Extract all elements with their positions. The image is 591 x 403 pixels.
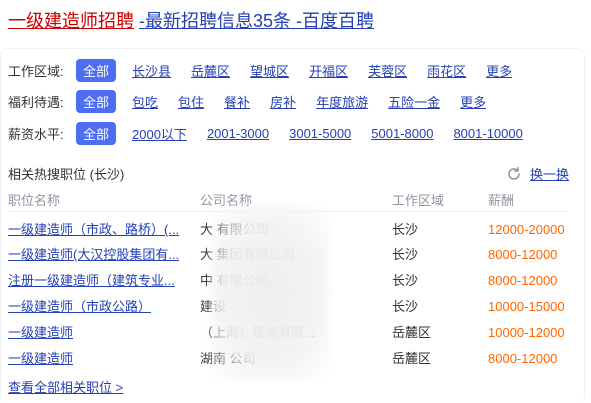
benefit-option-annual-trip[interactable]: 年度旅游 xyxy=(316,92,368,111)
job-salary: 8000-12000 xyxy=(488,273,558,288)
salary-option-5001-8000[interactable]: 5001-8000 xyxy=(371,126,433,141)
job-title-link[interactable]: 一级建造师（市政公路） xyxy=(8,296,188,318)
job-title-link[interactable]: 一级建造师（市政、路桥）(... xyxy=(8,219,188,241)
page-title[interactable]: 一级建造师招聘 -最新招聘信息35条 -百度百聘 xyxy=(8,9,374,33)
area-option-wangcheng[interactable]: 望城区 xyxy=(250,61,289,80)
benefit-option-meal-allowance[interactable]: 餐补 xyxy=(224,92,250,111)
area-option-yuhua[interactable]: 雨花区 xyxy=(427,61,466,80)
benefit-option-housing[interactable]: 包住 xyxy=(178,92,204,111)
title-rest[interactable]: -最新招聘信息35条 -百度百聘 xyxy=(139,11,374,31)
area-option-more[interactable]: 更多 xyxy=(486,61,512,80)
title-keyword[interactable]: 一级建造师招聘 xyxy=(8,11,134,31)
header-job-title: 职位名称 xyxy=(8,193,61,208)
filter-row-benefits: 福利待遇: 全部 包吃 包住 餐补 房补 年度旅游 五险一金 更多 xyxy=(8,89,506,113)
benefit-option-insurance[interactable]: 五险一金 xyxy=(388,92,440,111)
salary-option-2001-3000[interactable]: 2001-3000 xyxy=(207,126,269,141)
refresh-icon xyxy=(508,166,520,180)
salary-option-8001-10000[interactable]: 8001-10000 xyxy=(453,126,522,141)
filter-row-area: 工作区域: 全部 长沙县 岳麓区 望城区 开福区 芙蓉区 雨花区 更多 xyxy=(8,58,532,82)
company-name-blur-mask xyxy=(210,205,330,380)
benefit-option-more[interactable]: 更多 xyxy=(460,92,486,111)
view-all-jobs-link[interactable]: 查看全部相关职位 > xyxy=(8,377,123,396)
job-area: 长沙 xyxy=(392,273,419,288)
filter-label-salary: 薪资水平: xyxy=(8,126,64,142)
filter-row-salary: 薪资水平: 全部 2000以下 2001-3000 3001-5000 5001… xyxy=(8,121,543,145)
salary-option-all[interactable]: 全部 xyxy=(76,121,117,145)
job-title-link[interactable]: 一级建造师 xyxy=(8,322,188,344)
area-option-changsha-county[interactable]: 长沙县 xyxy=(132,61,171,80)
job-area: 长沙 xyxy=(392,247,419,262)
area-option-yuelu[interactable]: 岳麓区 xyxy=(191,61,230,80)
job-title-link[interactable]: 一级建造师(大汉控股集团有... xyxy=(8,244,188,266)
filter-label-area: 工作区域: xyxy=(8,63,64,79)
header-salary: 薪酬 xyxy=(488,193,515,208)
refresh-label[interactable]: 换一换 xyxy=(530,164,569,183)
area-option-kaifu[interactable]: 开福区 xyxy=(309,61,348,80)
job-salary: 8000-12000 xyxy=(488,351,558,366)
job-title-link[interactable]: 一级建造师 xyxy=(8,348,188,370)
job-salary: 10000-12000 xyxy=(488,325,565,340)
job-area: 岳麓区 xyxy=(392,351,432,366)
salary-option-under-2000[interactable]: 2000以下 xyxy=(132,124,187,143)
filter-label-benefits: 福利待遇: xyxy=(8,94,64,110)
area-option-all[interactable]: 全部 xyxy=(76,58,117,82)
job-area: 长沙 xyxy=(392,299,419,314)
benefit-option-meals[interactable]: 包吃 xyxy=(132,92,158,111)
job-salary: 12000-20000 xyxy=(488,222,565,237)
job-salary: 8000-12000 xyxy=(488,247,558,262)
area-option-furong[interactable]: 芙蓉区 xyxy=(368,61,407,80)
job-area: 岳麓区 xyxy=(392,325,432,340)
refresh-button[interactable]: 换一换 xyxy=(506,164,569,183)
benefit-option-all[interactable]: 全部 xyxy=(76,89,117,113)
job-salary: 10000-15000 xyxy=(488,299,565,314)
job-title-link[interactable]: 注册一级建造师（建筑专业... xyxy=(8,270,188,292)
salary-option-3001-5000[interactable]: 3001-5000 xyxy=(289,126,351,141)
benefit-option-housing-allowance[interactable]: 房补 xyxy=(270,92,296,111)
hot-jobs-title: 相关热搜职位 (长沙) xyxy=(8,167,125,182)
job-area: 长沙 xyxy=(392,222,419,237)
header-area: 工作区域 xyxy=(392,193,445,208)
